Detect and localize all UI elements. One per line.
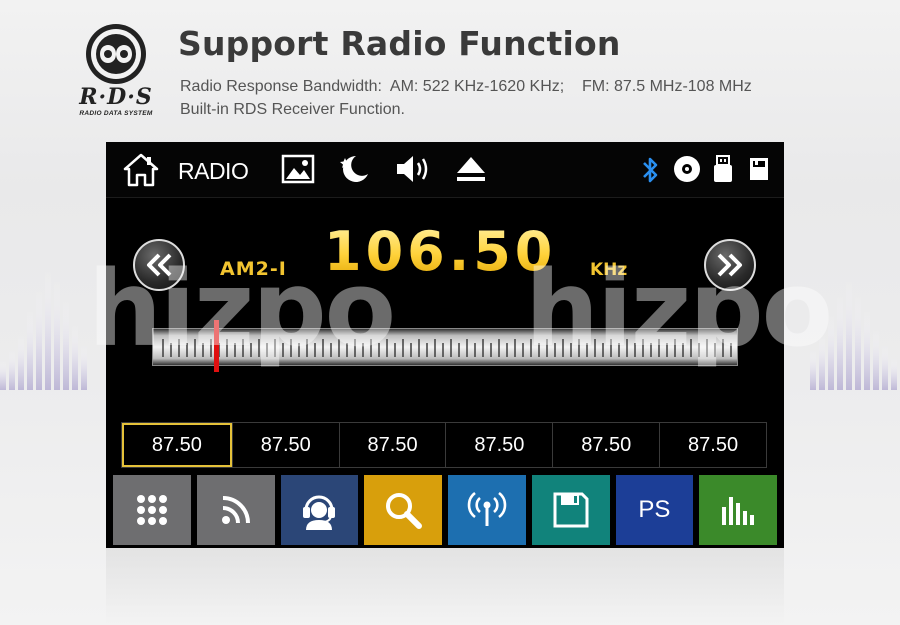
eject-icon[interactable] bbox=[454, 154, 488, 184]
usb-icon[interactable] bbox=[710, 153, 736, 185]
ps-button[interactable]: PS bbox=[615, 475, 694, 545]
rds-button[interactable] bbox=[196, 475, 275, 545]
menu-button[interactable] bbox=[113, 475, 191, 545]
antenna-signal-icon bbox=[467, 491, 507, 526]
rds-logo-subtitle: RADIO DATA SYSTEM bbox=[79, 110, 153, 117]
picture-icon[interactable] bbox=[281, 154, 315, 184]
bluetooth-icon[interactable] bbox=[638, 154, 662, 186]
fast-forward-icon bbox=[717, 253, 742, 277]
seek-backward-button[interactable] bbox=[133, 239, 185, 291]
save-preset-button[interactable] bbox=[531, 475, 610, 545]
night-mode-icon[interactable] bbox=[336, 152, 372, 186]
screen-reflection bbox=[106, 548, 784, 625]
frequency-unit: KHz bbox=[590, 260, 628, 280]
grid-menu-icon bbox=[136, 495, 167, 525]
headset-agent-icon bbox=[303, 495, 336, 530]
preset-button[interactable]: 87.50 bbox=[231, 423, 339, 467]
disc-icon[interactable] bbox=[672, 154, 702, 184]
ps-icon: PS bbox=[638, 496, 671, 523]
page-title: Support Radio Function bbox=[178, 24, 621, 63]
function-bar: PS bbox=[113, 475, 777, 545]
home-icon[interactable] bbox=[122, 152, 160, 188]
band-button[interactable] bbox=[448, 475, 526, 545]
search-icon bbox=[386, 493, 423, 529]
radio-screen: RADIO AM2-I 106.50 KHz 87.50 87.50 87.50… bbox=[106, 142, 784, 548]
seek-forward-button[interactable] bbox=[704, 239, 756, 291]
rewind-icon bbox=[147, 253, 172, 277]
volume-icon[interactable] bbox=[394, 152, 434, 186]
tuning-needle[interactable] bbox=[214, 320, 220, 372]
bandwidth-spec: Radio Response Bandwidth: AM: 522 KHz-16… bbox=[180, 78, 752, 95]
status-bar: RADIO bbox=[106, 142, 784, 198]
preset-button[interactable]: 87.50 bbox=[445, 423, 552, 467]
dial-ticks bbox=[162, 339, 732, 357]
equalizer-button[interactable] bbox=[699, 475, 777, 545]
rds-logo-letters: R·D·S bbox=[79, 84, 153, 110]
equalizer-icon bbox=[722, 497, 755, 525]
preset-button[interactable]: 87.50 bbox=[659, 423, 766, 467]
preset-button[interactable]: 87.50 bbox=[338, 423, 446, 467]
preset-button[interactable]: 87.50 bbox=[552, 423, 659, 467]
preset-bar: 87.50 87.50 87.50 87.50 87.50 87.50 bbox=[121, 422, 767, 468]
rds-spec: Built-in RDS Receiver Function. bbox=[180, 101, 405, 118]
search-button[interactable] bbox=[364, 475, 442, 545]
frequency-display: 106.50 bbox=[324, 220, 557, 283]
radio-label: RADIO bbox=[178, 158, 249, 184]
rss-feed-icon bbox=[221, 496, 250, 524]
preset-button[interactable]: 87.50 bbox=[122, 423, 232, 467]
sd-card-icon[interactable] bbox=[746, 154, 772, 184]
band-indicator: AM2-I bbox=[220, 258, 287, 280]
save-icon bbox=[553, 492, 589, 528]
tuning-dial[interactable] bbox=[152, 328, 738, 366]
radio-list-button[interactable] bbox=[280, 475, 359, 545]
